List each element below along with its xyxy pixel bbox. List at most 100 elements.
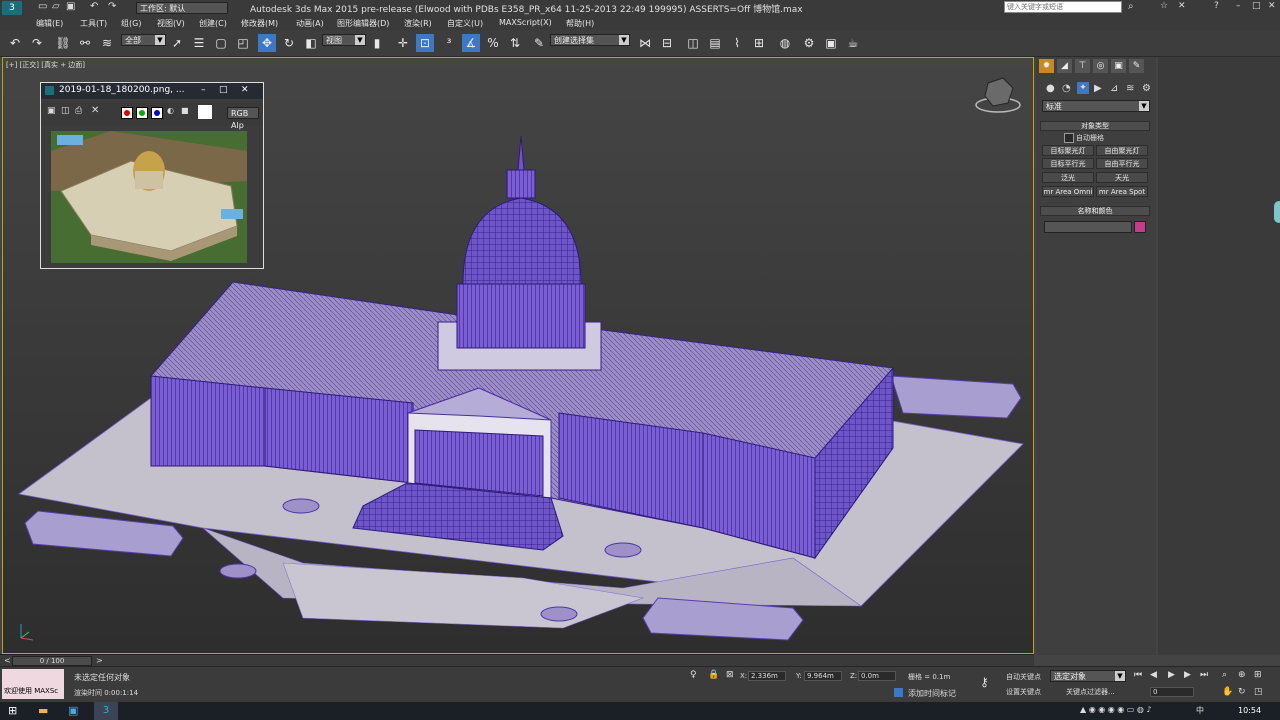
material-editor-icon[interactable]: ◍ (776, 34, 794, 52)
absolute-mode-icon[interactable]: ⊠ (726, 670, 734, 680)
omni-button[interactable]: 泛光 (1042, 172, 1094, 183)
redo-icon[interactable]: ↷ (28, 34, 46, 52)
mono-icon[interactable]: ■ (181, 106, 189, 115)
exchange-icon[interactable]: ✕ (1178, 1, 1186, 11)
mr-area-omni-button[interactable]: mr Area Omni (1042, 186, 1094, 197)
menu-edit[interactable]: 编辑(E) (36, 18, 63, 29)
print-image-icon[interactable]: ⎙ (75, 106, 82, 116)
schematic-view-icon[interactable]: ⊞ (750, 34, 768, 52)
swatch-white-icon[interactable] (198, 105, 212, 119)
menu-help[interactable]: 帮助(H) (566, 18, 594, 29)
green-channel-icon[interactable] (136, 107, 148, 119)
maximize-icon[interactable]: □ (1252, 1, 1261, 11)
selection-filter-dropdown[interactable]: 全部 ▼ (121, 34, 166, 46)
target-spot-button[interactable]: 目标聚光灯 (1042, 145, 1094, 156)
isolate-icon[interactable]: ♀ (690, 670, 697, 680)
utilities-tab-icon[interactable]: ✎ (1129, 59, 1144, 73)
render-production-icon[interactable]: ☕ (844, 34, 862, 52)
menu-animation[interactable]: 动画(A) (296, 18, 324, 29)
select-by-name-icon[interactable]: ☰ (190, 34, 208, 52)
channel-dropdown[interactable]: RGB Alp (227, 107, 259, 130)
object-type-rollout[interactable]: 对象类型 (1040, 121, 1150, 131)
windows-start-icon[interactable]: ⊞ (8, 704, 17, 717)
minimize-icon[interactable]: – (201, 85, 206, 95)
prev-key-icon[interactable]: ◀ (1150, 670, 1157, 680)
object-name-field[interactable] (1044, 221, 1132, 233)
lights-icon[interactable]: ✦ (1077, 82, 1089, 94)
pivot-center-icon[interactable]: ▮ (368, 34, 386, 52)
window-crossing-icon[interactable]: ◰ (234, 34, 252, 52)
rect-selection-icon[interactable]: ▢ (212, 34, 230, 52)
y-coord-field[interactable]: 9.964m (804, 671, 842, 681)
search-icon[interactable]: ⌕ (1128, 1, 1134, 12)
align-icon[interactable]: ⊟ (658, 34, 676, 52)
target-direct-button[interactable]: 目标平行光 (1042, 158, 1094, 169)
skylight-button[interactable]: 天光 (1096, 172, 1148, 183)
select-object-icon[interactable]: ➚ (168, 34, 186, 52)
menu-graph-editors[interactable]: 图形编辑器(D) (337, 18, 389, 29)
set-key-button[interactable]: 设置关键点 (1006, 687, 1041, 697)
free-direct-button[interactable]: 自由平行光 (1096, 158, 1148, 169)
reference-coord-dropdown[interactable]: 视图 ▼ (322, 34, 366, 46)
render-setup-icon[interactable]: ⚙ (800, 34, 818, 52)
tray-clock[interactable]: 10:54 (1238, 706, 1261, 715)
play-icon[interactable]: ▶ (1168, 670, 1175, 680)
move-icon[interactable]: ✥ (258, 34, 276, 52)
redo-quick-icon[interactable]: ↷ (108, 1, 116, 12)
menu-customize[interactable]: 自定义(U) (447, 18, 483, 29)
shapes-icon[interactable]: ◔ (1062, 83, 1071, 94)
maxscript-listener[interactable]: 欢迎使用 MAXSc (2, 669, 64, 699)
curve-editor-icon[interactable]: ⌇ (728, 34, 746, 52)
menu-modifiers[interactable]: 修改器(M) (241, 18, 278, 29)
menu-maxscript[interactable]: MAXScript(X) (499, 18, 552, 27)
close-icon[interactable]: ✕ (1268, 1, 1276, 11)
pan-icon[interactable]: ↻ (1238, 687, 1246, 697)
key-target-dropdown[interactable]: 选定对象 ▼ (1050, 670, 1126, 682)
name-color-rollout[interactable]: 名称和颜色 (1040, 206, 1150, 216)
help-icon[interactable]: ? (1214, 1, 1219, 11)
ime-indicator[interactable]: 中 (1196, 705, 1204, 716)
object-color-swatch[interactable] (1134, 221, 1146, 233)
mirror-icon[interactable]: ⋈ (636, 34, 654, 52)
maximize-viewport-icon[interactable]: ◳ (1254, 687, 1263, 697)
maximize-icon[interactable]: □ (219, 85, 228, 95)
save-file-icon[interactable]: ▣ (66, 1, 75, 12)
bind-spacewarp-icon[interactable]: ≋ (98, 34, 116, 52)
add-time-tag-icon[interactable] (894, 688, 903, 697)
create-tab-icon[interactable]: ✹ (1039, 59, 1054, 73)
undo-quick-icon[interactable]: ↶ (90, 1, 98, 12)
minimize-icon[interactable]: – (1236, 1, 1241, 11)
rotate-icon[interactable]: ↻ (280, 34, 298, 52)
select-manipulate-icon[interactable]: ✛ (394, 34, 412, 52)
search-input[interactable] (1004, 1, 1122, 13)
scale-icon[interactable]: ◧ (302, 34, 320, 52)
auto-key-button[interactable]: 自动关键点 (1006, 672, 1041, 682)
menu-rendering[interactable]: 渲染(R) (404, 18, 432, 29)
cameras-icon[interactable]: ▶ (1094, 83, 1102, 94)
motion-tab-icon[interactable]: ◎ (1093, 59, 1108, 73)
systems-icon[interactable]: ⚙ (1142, 83, 1151, 94)
zoom-extents-icon[interactable]: ⊞ (1254, 670, 1262, 680)
app-logo-icon[interactable]: 3 (2, 1, 22, 15)
key-icon[interactable]: ⚷ (980, 675, 989, 689)
key-filters-button[interactable]: 关键点过滤器... (1066, 687, 1115, 697)
undo-icon[interactable]: ↶ (6, 34, 24, 52)
copy-image-icon[interactable]: ◫ (61, 106, 70, 116)
spacewarps-icon[interactable]: ≋ (1126, 83, 1134, 94)
mr-area-spot-button[interactable]: mr Area Spot (1096, 186, 1148, 197)
goto-start-icon[interactable]: ⏮ (1134, 670, 1142, 680)
unlink-icon[interactable]: ⚯ (76, 34, 94, 52)
next-frame-icon[interactable]: > (96, 656, 103, 665)
viewport-label[interactable]: [+] [正交] [真实 + 边面] (6, 60, 85, 70)
display-tab-icon[interactable]: ▣ (1111, 59, 1126, 73)
red-channel-icon[interactable] (121, 107, 133, 119)
hierarchy-tab-icon[interactable]: ⊤ (1075, 59, 1090, 73)
link-icon[interactable]: ⛓ (54, 34, 72, 52)
time-slider-thumb[interactable]: 0 / 100 (12, 656, 92, 666)
current-frame-field[interactable]: 0 (1150, 687, 1194, 697)
light-category-dropdown[interactable]: 标准 ▼ (1042, 100, 1150, 112)
spinner-snap-icon[interactable]: ⇅ (506, 34, 524, 52)
signin-icon[interactable]: ☆ (1160, 1, 1168, 11)
geometry-icon[interactable]: ● (1046, 83, 1055, 94)
angle-snap-icon[interactable]: ∡ (462, 34, 480, 52)
